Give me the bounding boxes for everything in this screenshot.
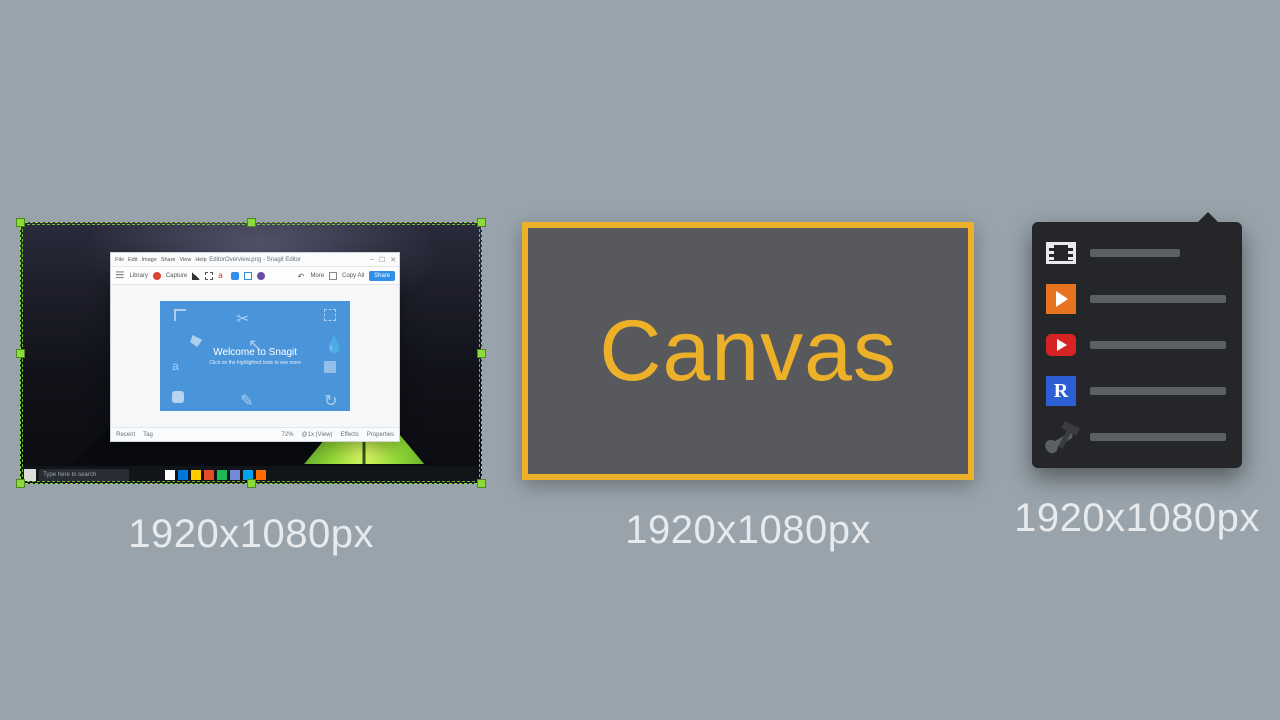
window-buttons: – ☐ ✕ — [370, 256, 396, 264]
resize-handle-top-middle[interactable] — [247, 218, 256, 227]
tools-icon — [1046, 422, 1076, 452]
step-icon — [324, 361, 336, 373]
resize-handle-middle-right[interactable] — [477, 349, 486, 358]
editor-canvas-area: ✂ ↖ 💧 a ✎ ↻ Welcome to Snagit Click on t… — [111, 285, 399, 427]
export-menu-item-film[interactable] — [1046, 238, 1226, 268]
copy-icon[interactable] — [329, 272, 337, 280]
callout-tool-icon[interactable] — [231, 272, 239, 280]
taskbar-app-icon[interactable] — [178, 470, 188, 480]
canvas-label: Canvas — [599, 302, 897, 401]
menu-help[interactable]: Help — [195, 257, 206, 263]
taskbar-app-icon[interactable] — [165, 470, 175, 480]
menu-item-label-placeholder — [1090, 341, 1226, 349]
play-icon — [1046, 284, 1076, 314]
taskbar-app-icon[interactable] — [191, 470, 201, 480]
pen-icon: ✎ — [240, 391, 252, 403]
crop-icon — [174, 309, 186, 321]
fill-icon — [190, 335, 202, 347]
export-menu-item-youtube[interactable] — [1046, 330, 1226, 360]
hamburger-icon[interactable]: ≡ — [115, 267, 124, 285]
youtube-icon — [1046, 334, 1076, 356]
welcome-canvas: ✂ ↖ 💧 a ✎ ↻ Welcome to Snagit Click on t… — [160, 301, 350, 411]
close-icon[interactable]: ✕ — [390, 256, 396, 264]
menu-file[interactable]: File — [115, 257, 124, 263]
capture-icon[interactable] — [153, 272, 161, 280]
cut-icon: ✂ — [236, 309, 248, 321]
taskbar-search-placeholder: Type here to search — [43, 472, 96, 478]
minimize-icon[interactable]: – — [370, 256, 374, 264]
cursor-icon: ↖ — [248, 335, 260, 347]
copy-all-button[interactable]: Copy All — [342, 273, 364, 279]
menu-item-label-placeholder — [1090, 433, 1226, 441]
more-button[interactable]: More — [310, 273, 324, 279]
menu-item-label-placeholder — [1090, 249, 1180, 257]
panel-canvas-column: Canvas 1920x1080px — [522, 222, 974, 553]
editor-toolbar: ≡ Library Capture a ↶ More — [111, 267, 399, 285]
text-icon: a — [172, 359, 184, 371]
editor-statusbar: Recent Tag 72% @1x (View) Effects Proper… — [111, 427, 399, 441]
shape-tool-icon[interactable] — [244, 272, 252, 280]
resize-handle-bottom-right[interactable] — [477, 479, 486, 488]
properties-panel-button[interactable]: Properties — [367, 432, 394, 438]
resize-handle-bottom-middle[interactable] — [247, 479, 256, 488]
editor-titlebar: File Edit Image Share View Help EditorOv… — [111, 253, 399, 267]
library-button[interactable]: Library — [129, 273, 147, 279]
caption-panel1: 1920x1080px — [128, 512, 374, 557]
export-menu-item-play[interactable] — [1046, 284, 1226, 314]
zoom-level[interactable]: 72% — [282, 432, 294, 438]
menu-view[interactable]: View — [179, 257, 191, 263]
stamp-tool-icon[interactable] — [257, 272, 265, 280]
menu-item-label-placeholder — [1090, 387, 1226, 395]
relay-icon: R — [1046, 376, 1076, 406]
menu-item-label-placeholder — [1090, 295, 1226, 303]
desktop-mock: File Edit Image Share View Help EditorOv… — [20, 222, 482, 484]
capture-button[interactable]: Capture — [166, 273, 187, 279]
menu-edit[interactable]: Edit — [128, 257, 137, 263]
screenshot-selection-panel: File Edit Image Share View Help EditorOv… — [20, 222, 482, 484]
menu-share[interactable]: Share — [161, 257, 176, 263]
start-button[interactable] — [24, 469, 36, 481]
resize-handle-top-left[interactable] — [16, 218, 25, 227]
resize-handle-bottom-left[interactable] — [16, 479, 25, 488]
taskbar-app-icon[interactable] — [217, 470, 227, 480]
panel-screenshot-column: File Edit Image Share View Help EditorOv… — [20, 222, 482, 557]
text-tool-icon[interactable]: a — [218, 272, 226, 280]
chat-icon — [172, 391, 184, 403]
taskbar-search[interactable]: Type here to search — [39, 469, 129, 481]
caption-panel2: 1920x1080px — [625, 508, 871, 553]
dropdown-caret-icon — [1198, 212, 1218, 222]
share-button[interactable]: Share — [369, 271, 395, 281]
blur-icon: 💧 — [324, 335, 336, 347]
film-icon — [1046, 242, 1076, 264]
effects-panel-button[interactable]: Effects — [341, 432, 359, 438]
taskbar-app-icon[interactable] — [256, 470, 266, 480]
editor-title: EditorOverview.png - Snagit Editor — [209, 257, 301, 263]
snagit-editor-window: File Edit Image Share View Help EditorOv… — [110, 252, 400, 442]
maximize-icon[interactable]: ☐ — [379, 256, 385, 264]
canvas-card: Canvas — [522, 222, 974, 480]
panel-menu-column: R 1920x1080px — [1014, 222, 1260, 541]
move-icon: ↻ — [324, 391, 336, 403]
taskbar-app-icon[interactable] — [204, 470, 214, 480]
resize-handle-middle-left[interactable] — [16, 349, 25, 358]
select-tool-icon[interactable] — [205, 272, 213, 280]
export-menu: R — [1032, 222, 1242, 468]
export-menu-item-tools[interactable] — [1046, 422, 1226, 452]
tag-tab[interactable]: Tag — [143, 432, 153, 438]
welcome-subtitle: Click on the highlighted tools to see mo… — [209, 360, 300, 366]
menu-image[interactable]: Image — [142, 257, 157, 263]
resize-handle-top-right[interactable] — [477, 218, 486, 227]
view-scale[interactable]: @1x (View) — [302, 432, 333, 438]
arrow-tool-icon[interactable] — [192, 272, 200, 280]
caption-panel3: 1920x1080px — [1014, 496, 1260, 541]
taskbar-app-icon[interactable] — [230, 470, 240, 480]
marquee-icon — [324, 309, 336, 321]
undo-icon[interactable]: ↶ — [297, 272, 305, 280]
editor-menu: File Edit Image Share View Help — [115, 257, 206, 263]
recent-tab[interactable]: Recent — [116, 432, 135, 438]
export-menu-item-relay[interactable]: R — [1046, 376, 1226, 406]
